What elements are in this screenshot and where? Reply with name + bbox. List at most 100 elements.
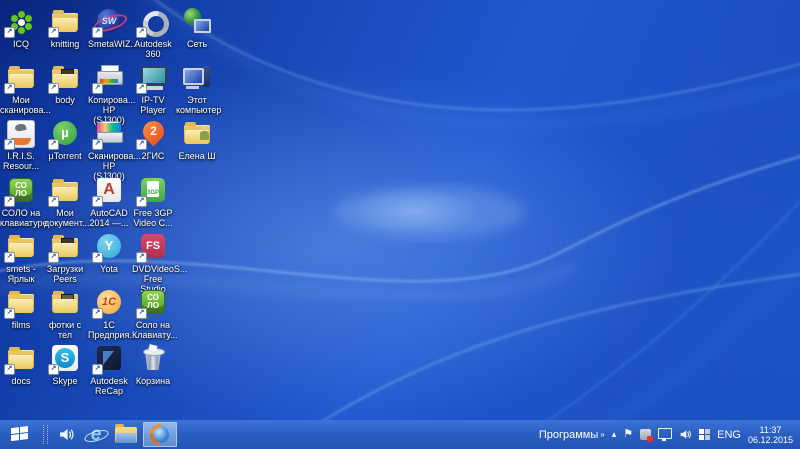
desktop-icon-icq[interactable]: ↗ICQ [0,7,42,49]
tv-icon: ↗ [138,63,168,93]
autocad-icon: A↗ [94,176,124,206]
desktop-icon-free-3gp-video[interactable]: 3GP↗Free 3GP Video C... [132,176,174,228]
folder-open-icon [50,288,80,318]
desktop-icon-solo-na-klaviatu[interactable]: СО ЛО↗Соло на Клавиату... [132,288,174,340]
desktop-icon-iris-resources[interactable]: ↗I.R.I.S. Resour... [0,119,42,171]
language-indicator[interactable]: ENG [717,429,741,441]
desktop-icon-yota[interactable]: Y↗Yota [88,232,130,274]
shortcut-arrow-icon: ↗ [136,27,147,38]
desktop-icon-label: SmetaWIZ... [88,39,130,49]
desktop-icon-label: Загрузки Peers [44,264,86,284]
shortcut-arrow-icon: ↗ [48,27,59,38]
desktop-icon-label: Мои сканирова... [0,95,42,115]
clock-time: 11:37 [748,425,793,435]
desktop-icon-label: Сеть [176,39,218,49]
recap-icon: ↗ [94,344,124,374]
desktop-icon-autodesk-recap[interactable]: ↗Autodesk ReCap [88,344,130,396]
desktop-icon-ip-tv-player[interactable]: ↗IP-TV Player [132,63,174,115]
quick-launch-volume-button[interactable] [51,420,81,449]
desktop-icon-label: Соло на Клавиату... [132,320,174,340]
shortcut-arrow-icon: ↗ [92,83,103,94]
clock[interactable]: 11:37 06.12.2015 [748,425,793,445]
start-button[interactable] [0,420,40,449]
show-hidden-icons-button[interactable]: ▴ [612,430,617,439]
shortcut-arrow-icon: ↗ [92,308,103,319]
desktop-icon-body[interactable]: ↗body [44,63,86,105]
shortcut-arrow-icon: ↗ [92,27,103,38]
shortcut-arrow-icon: ↗ [4,83,15,94]
desktop-icon-solo-na-klaviature[interactable]: СО ЛО↗СОЛО на клавиатуре [0,176,42,228]
solo-icon: СО ЛО↗ [138,288,168,318]
desktop-icon-dvdvideosoft-free-studio[interactable]: FS↗DVDVideoS... Free Studio [132,232,174,294]
utorrent-icon: µ↗ [50,119,80,149]
shortcut-arrow-icon: ↗ [4,308,15,319]
shortcut-arrow-icon: ↗ [4,27,15,38]
desktop-icon-kopirova-hp[interactable]: ↗Копирова... HP (SJ300) [88,63,130,125]
desktop-icon-docs[interactable]: ↗docs [0,344,42,386]
shortcut-arrow-icon: ↗ [92,139,103,150]
folder-dark-icon: ↗ [50,63,80,93]
desktop-icon-autocad-2014[interactable]: A↗AutoCAD 2014 —... [88,176,130,228]
desktop-icon-smets-yarlyk[interactable]: ↗smets - Ярлык [0,232,42,284]
solo-icon: СО ЛО↗ [6,176,36,206]
smetawiz-icon: SW↗ [94,7,124,37]
desktop-icon-zagruzki-peers[interactable]: ↗Загрузки Peers [44,232,86,284]
computer-icon [182,63,212,93]
taskbar-file-explorer-button[interactable] [111,420,141,449]
folder-icon: ↗ [6,344,36,374]
desktop-icon-knitting[interactable]: ↗knitting [44,7,86,49]
desktop-icon-utorrent[interactable]: µ↗µTorrent [44,119,86,161]
chevron-expand-icon: » [600,431,604,439]
desktop-icon-moi-dokumenty[interactable]: ↗Мои документ... [44,176,86,228]
shortcut-arrow-icon: ↗ [48,364,59,375]
network-tray-icon[interactable] [658,428,672,439]
desktop-icon-grid: ↗ICQ↗knittingSW↗SmetaWIZ...↗Autodesk 360… [0,0,230,420]
shortcut-arrow-icon: ↗ [136,196,147,207]
taskbar-firefox-button[interactable] [143,422,177,447]
programs-toolbar-label: Программы [539,429,598,441]
desktop-icon-skanirova-hp[interactable]: ↗Сканирова... HP (SJ300) [88,119,130,181]
printer-icon: ↗ [94,63,124,93]
folder-dark-icon: ↗ [50,232,80,262]
skype-icon: S↗ [50,344,80,374]
desktop-icon-autodesk-360[interactable]: ↗Autodesk 360 [132,7,174,59]
desktop-icon-elena-sh[interactable]: Елена Ш [176,119,218,161]
desktop-icon-label: Елена Ш [176,151,218,161]
tray-app-alert-icon[interactable] [640,429,651,440]
desktop-icon-skype[interactable]: S↗ Skype [44,344,86,386]
fs-icon: FS↗ [138,232,168,262]
desktop-icon-korzina[interactable]: Корзина [132,344,174,386]
shortcut-arrow-icon: ↗ [92,252,103,263]
folder-icon: ↗ [6,232,36,262]
desktop-icon-etot-kompyuter[interactable]: Этот компьютер [176,63,218,115]
desktop-icon-fotki-s-tel[interactable]: фотки с тел [44,288,86,340]
desktop-icon-label: Корзина [132,376,174,386]
action-center-flag-icon[interactable]: ⚑ [623,429,633,440]
desktop-icon-label: 1С Предприя... [88,320,130,340]
taskbar-internet-explorer-button[interactable]: e [81,420,111,449]
firefox-icon [150,424,171,445]
taskbar-left: e [0,420,179,449]
taskbar: e Программы » ▴ ⚑ E [0,420,800,449]
gis-icon: 2↗ [138,119,168,149]
windows-tray-icon[interactable] [699,429,710,440]
desktop-icon-label: ICQ [0,39,42,49]
yota-icon: Y↗ [94,232,124,262]
desktop-icon-smetawiz[interactable]: SW↗ SmetaWIZ... [88,7,130,49]
desktop-icon-films[interactable]: ↗films [0,288,42,330]
desktop-icon-label: AutoCAD 2014 —... [88,208,130,228]
scanner-icon: ↗ [94,119,124,149]
desktop-icon-label: Skype [44,376,86,386]
shortcut-arrow-icon: ↗ [4,252,15,263]
icq-icon: ↗ [6,7,36,37]
volume-tray-icon[interactable] [679,428,692,441]
programs-toolbar[interactable]: Программы » [539,429,605,441]
shortcut-arrow-icon: ↗ [136,308,147,319]
desktop-icon-moi-skanirova[interactable]: ↗Мои сканирова... [0,63,42,115]
shortcut-arrow-icon: ↗ [136,83,147,94]
desktop-icon-1c-predpriyatie[interactable]: 1С↗1С Предприя... [88,288,130,340]
quick-launch-grip[interactable] [43,425,48,444]
desktop-icon-2gis[interactable]: 2↗2ГИС [132,119,174,161]
shortcut-arrow-icon: ↗ [136,139,147,150]
desktop-icon-set[interactable]: Сеть [176,7,218,49]
